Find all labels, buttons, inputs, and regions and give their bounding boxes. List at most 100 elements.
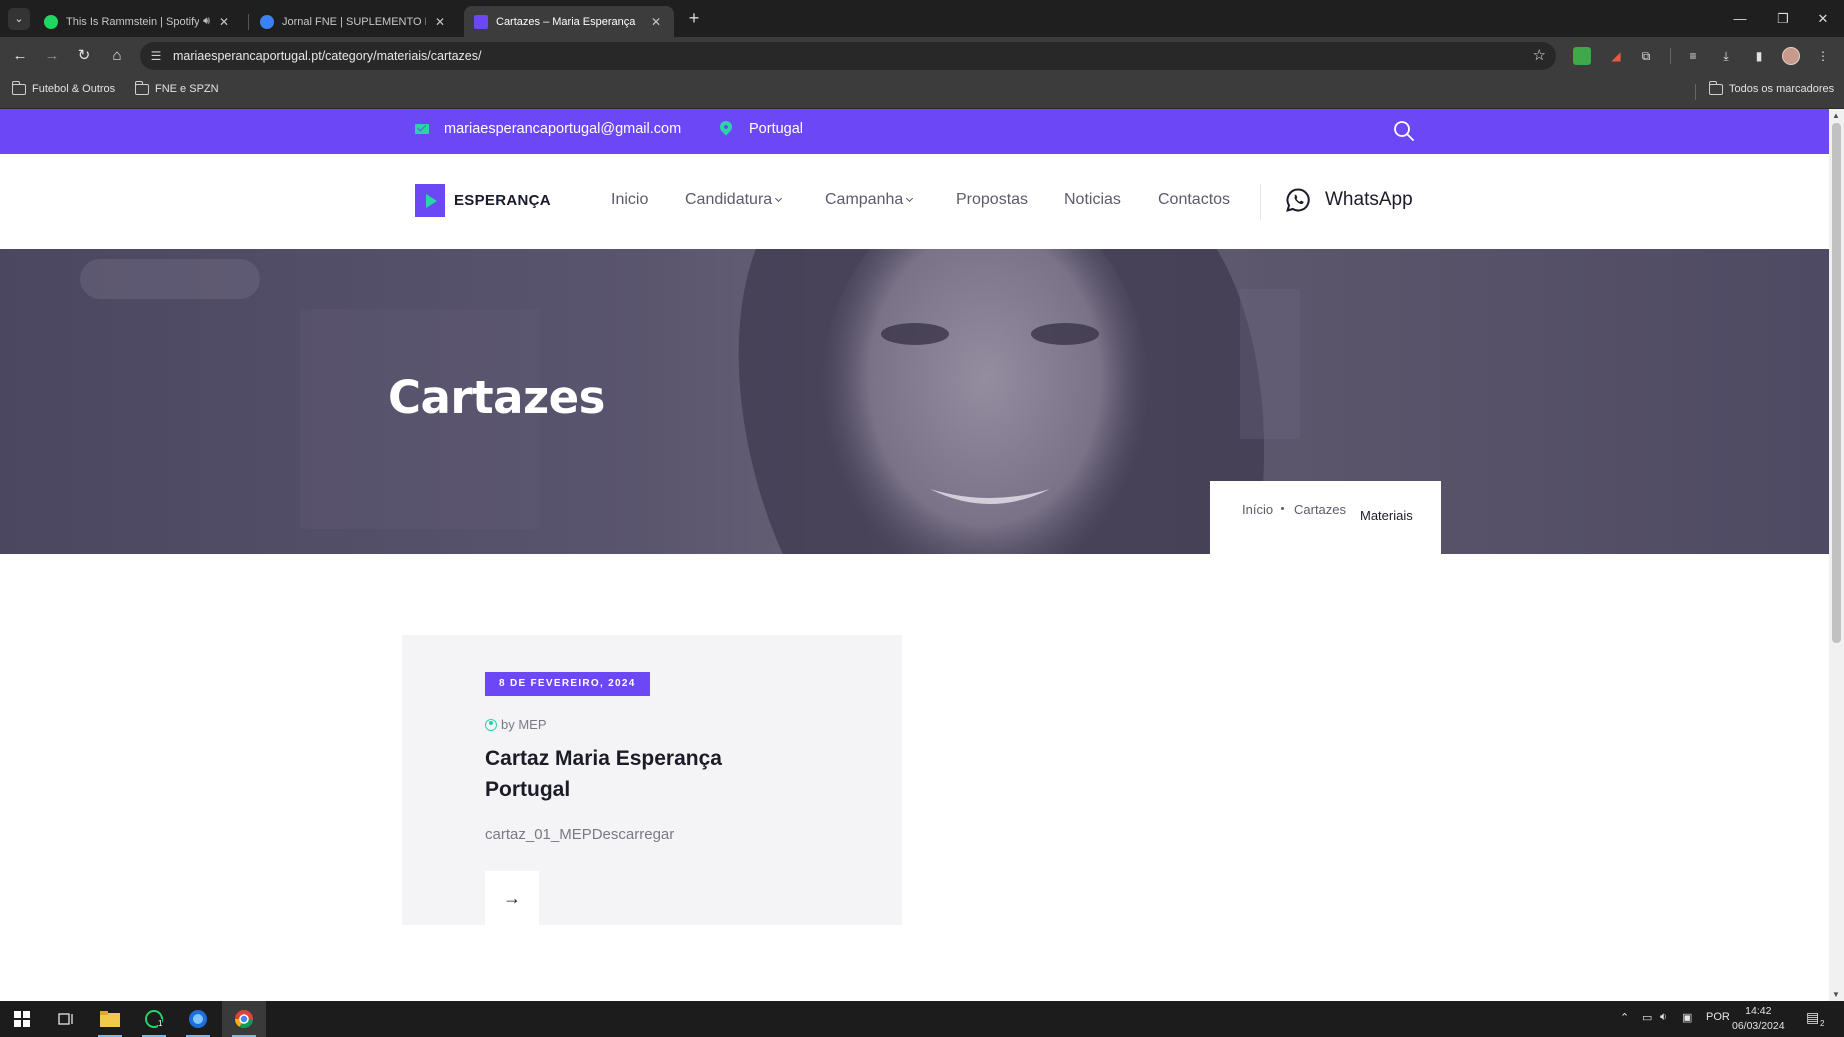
home-icon[interactable]: ⌂ — [104, 43, 130, 69]
nav-item-contactos[interactable]: Contactos — [1158, 191, 1230, 209]
arrow-right-icon: → — [503, 888, 521, 908]
address-bar[interactable]: ☰ mariaesperancaportugal.pt/category/mat… — [140, 42, 1556, 70]
page-viewport: mariaesperancaportugal@gmail.com Portuga… — [0, 109, 1829, 1001]
chrome-icon[interactable] — [222, 1001, 266, 1037]
close-tab-icon[interactable]: ✕ — [432, 15, 448, 29]
browser-app-icon[interactable] — [176, 1001, 220, 1037]
nav-label[interactable]: Contactos — [1158, 191, 1230, 209]
site-favicon-icon — [260, 14, 274, 29]
bookmark-label: Futebol & Outros — [32, 83, 116, 95]
breadcrumb: Início Cartazes Materiais — [1210, 481, 1441, 554]
page-scrollbar[interactable]: ▲ ▼ — [1829, 109, 1844, 1001]
file-explorer-icon[interactable] — [88, 1001, 132, 1037]
url-text[interactable]: mariaesperancaportugal.pt/category/mater… — [173, 49, 481, 63]
system-clock[interactable]: 14:42 06/03/2024 — [1732, 1004, 1785, 1034]
author-text[interactable]: by MEP — [501, 717, 547, 732]
site-favicon-icon — [474, 14, 488, 29]
tab-jornal-fne[interactable]: Jornal FNE | SUPLEMENTO MEP ✕ — [250, 6, 458, 37]
tab-title: Cartazes – Maria Esperança — [496, 15, 636, 28]
nav-label[interactable]: Campanha — [825, 191, 903, 209]
post-author[interactable]: by MEP — [485, 717, 547, 732]
post-title[interactable]: Cartaz Maria Esperança Portugal — [485, 743, 785, 805]
breadcrumb-separator — [1281, 507, 1284, 510]
site-header: ESPERANÇA Inicio Candidatura Campanha Pr… — [0, 154, 1829, 249]
all-bookmarks-folder[interactable]: Todos os marcadores — [1708, 80, 1834, 95]
reload-icon[interactable]: ↻ — [71, 43, 97, 69]
contact-email[interactable]: mariaesperancaportugal@gmail.com — [415, 121, 681, 137]
header-divider — [1260, 184, 1261, 220]
whatsapp-label[interactable]: WhatsApp — [1325, 189, 1413, 211]
close-tab-icon[interactable]: ✕ — [648, 15, 664, 29]
extensions-puzzle-icon[interactable]: ⧉ — [1637, 47, 1655, 65]
media-control-icon[interactable]: ≡ — [1684, 47, 1702, 65]
page-hero: Cartazes — [0, 249, 1829, 554]
email-text[interactable]: mariaesperancaportugal@gmail.com — [444, 121, 681, 137]
scroll-down-icon[interactable]: ▼ — [1832, 990, 1840, 999]
network-icon[interactable]: ▣ — [1682, 1011, 1692, 1024]
volume-icon[interactable]: 🔉︎ — [1660, 1011, 1667, 1024]
battery-icon[interactable]: ▭ — [1642, 1011, 1652, 1024]
whatsapp-badge: 1 — [158, 1019, 163, 1028]
read-more-button[interactable]: → — [485, 871, 539, 925]
tab-spotify[interactable]: This Is Rammstein | Spotify 🔊︎ ✕ — [34, 6, 242, 37]
minimize-icon[interactable]: — — [1717, 0, 1763, 37]
breadcrumb-materiais[interactable]: Materiais — [1360, 508, 1413, 523]
contact-location: Portugal — [717, 118, 803, 137]
whatsapp-button[interactable]: WhatsApp — [1285, 187, 1413, 213]
windows-taskbar: 1 ⌃ ▭ 🔉︎ ▣ POR 14:42 06/03/2024 ▤ 2 — [0, 1001, 1844, 1037]
nav-label[interactable]: Candidatura — [685, 191, 772, 209]
back-icon[interactable]: ← — [7, 43, 33, 69]
mail-icon — [415, 124, 429, 134]
bookmarks-divider — [1695, 84, 1696, 100]
folder-icon — [11, 80, 26, 95]
nav-item-noticias[interactable]: Noticias — [1064, 191, 1121, 209]
search-icon[interactable] — [1393, 120, 1415, 142]
scroll-up-icon[interactable]: ▲ — [1832, 111, 1840, 120]
site-top-bar: mariaesperancaportugal@gmail.com Portuga… — [0, 109, 1829, 154]
bookmarks-bar: Futebol & Outros FNE e SPZN Todos os mar… — [0, 74, 1844, 109]
scrollbar-thumb[interactable] — [1832, 123, 1841, 643]
tab-cartazes[interactable]: Cartazes – Maria Esperança ✕ — [464, 6, 674, 37]
new-tab-icon[interactable]: + — [682, 6, 706, 30]
tray-expand-icon[interactable]: ⌃ — [1620, 1011, 1629, 1024]
speaker-icon[interactable]: 🔊︎ — [203, 15, 210, 28]
tab-search-button[interactable]: ⌄ — [8, 8, 30, 30]
breadcrumb-cartazes[interactable]: Cartazes — [1294, 502, 1346, 517]
nav-item-campanha[interactable]: Campanha — [825, 191, 914, 209]
post-card: 8 DE FEVEREIRO, 2024 by MEP Cartaz Maria… — [402, 635, 902, 925]
breadcrumb-home[interactable]: Início — [1242, 502, 1273, 517]
close-tab-icon[interactable]: ✕ — [216, 15, 232, 29]
side-panel-icon[interactable]: ▮ — [1750, 47, 1768, 65]
language-indicator[interactable]: POR — [1706, 1011, 1730, 1023]
bookmark-folder[interactable]: FNE e SPZN — [134, 80, 219, 95]
clock-date: 06/03/2024 — [1732, 1020, 1785, 1032]
whatsapp-icon[interactable]: 1 — [132, 1001, 176, 1037]
notifications-icon[interactable]: ▤ — [1806, 1009, 1819, 1026]
tab-title: This Is Rammstein | Spotify — [66, 15, 200, 28]
extension-green-icon[interactable] — [1573, 47, 1591, 65]
nav-label[interactable]: Noticias — [1064, 191, 1121, 209]
extension-pdf-icon[interactable]: ◢ — [1607, 47, 1625, 65]
download-icon[interactable]: ⤓ — [1717, 47, 1735, 65]
post-date-badge[interactable]: 8 DE FEVEREIRO, 2024 — [485, 672, 650, 696]
nav-label[interactable]: Inicio — [611, 191, 648, 209]
logo-mark-icon — [415, 184, 445, 217]
windows-start-icon[interactable] — [0, 1001, 44, 1037]
nav-item-candidatura[interactable]: Candidatura — [685, 191, 783, 209]
forward-icon[interactable]: → — [39, 43, 65, 69]
bookmark-folder[interactable]: Futebol & Outros — [11, 80, 116, 95]
profile-avatar[interactable] — [1782, 47, 1800, 65]
nav-label[interactable]: Propostas — [956, 191, 1028, 209]
site-info-icon[interactable]: ☰ — [148, 48, 164, 64]
close-window-icon[interactable]: ✕ — [1800, 0, 1844, 37]
bookmark-star-icon[interactable]: ☆ — [1533, 46, 1546, 64]
spotify-icon — [44, 14, 58, 29]
task-view-icon[interactable] — [44, 1001, 88, 1037]
menu-kebab-icon[interactable]: ⋮ — [1814, 47, 1832, 65]
nav-item-propostas[interactable]: Propostas — [956, 191, 1028, 209]
logo-text: ESPERANÇA — [454, 192, 551, 209]
page-title: Cartazes — [388, 371, 605, 424]
nav-item-inicio[interactable]: Inicio — [611, 191, 648, 209]
folder-icon — [1708, 80, 1723, 95]
site-logo[interactable]: ESPERANÇA — [415, 184, 551, 217]
